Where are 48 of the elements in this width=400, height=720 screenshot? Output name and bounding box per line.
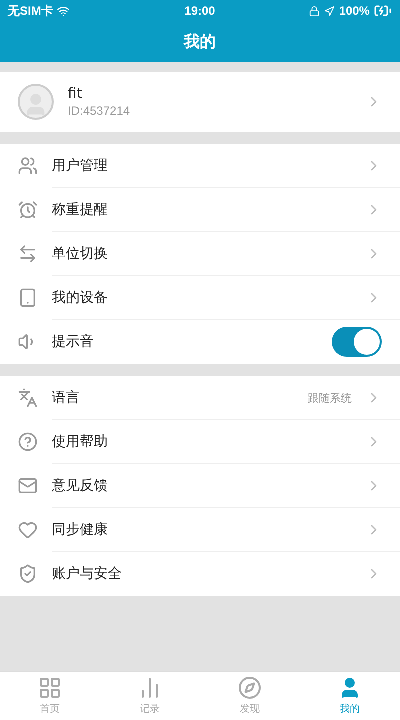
settings-row[interactable]: 称重提醒: [0, 188, 400, 232]
battery-text: 100%: [339, 4, 370, 18]
tab-label: 我的: [340, 702, 360, 716]
user-id: ID:4537214: [68, 104, 132, 118]
help-icon: [18, 432, 38, 452]
settings-row[interactable]: 用户管理: [0, 144, 400, 188]
page-title: 我的: [184, 32, 216, 52]
language-icon: [18, 388, 38, 408]
compass-icon: [238, 676, 262, 700]
row-value: 跟随系统: [308, 390, 352, 406]
row-label: 同步健康: [52, 521, 109, 539]
tab-label: 首页: [40, 703, 60, 716]
settings-row[interactable]: 提示音: [0, 320, 400, 364]
row-label: 称重提醒: [52, 201, 109, 219]
tab-label: 发现: [240, 703, 260, 716]
row-label: 账户与安全: [52, 565, 123, 583]
row-label: 用户管理: [52, 157, 109, 175]
settings-row[interactable]: 使用帮助: [0, 420, 400, 464]
settings-row[interactable]: 单位切换: [0, 232, 400, 276]
profile-row[interactable]: fit ID:4537214: [0, 72, 400, 132]
clock-text: 19:00: [184, 4, 216, 18]
swap-arrows-icon: [18, 244, 38, 264]
row-label: 语言: [52, 389, 81, 407]
lock-icon: [309, 6, 320, 16]
row-label: 使用帮助: [52, 433, 109, 451]
row-label: 意见反馈: [52, 477, 109, 495]
grid-icon: [38, 676, 62, 700]
heart-icon: [18, 520, 38, 540]
carrier-text: 无SIM卡: [8, 2, 54, 20]
settings-row[interactable]: 语言 跟随系统: [0, 376, 400, 420]
location-icon: [324, 6, 336, 16]
mail-icon: [18, 476, 38, 496]
alarm-clock-icon: [18, 200, 38, 220]
users-icon: [18, 156, 38, 176]
row-label: 提示音: [52, 333, 95, 351]
row-label: 单位切换: [52, 245, 109, 263]
avatar-icon: [18, 84, 54, 120]
shield-check-icon: [18, 564, 38, 584]
settings-row[interactable]: 我的设备: [0, 276, 400, 320]
settings-row[interactable]: 意见反馈: [0, 464, 400, 508]
row-label: 我的设备: [52, 289, 109, 307]
user-name: fit: [68, 86, 84, 102]
tablet-icon: [18, 288, 38, 308]
toggle-switch[interactable]: [332, 327, 382, 357]
settings-row[interactable]: 同步健康: [0, 508, 400, 552]
settings-row[interactable]: 账户与安全: [0, 552, 400, 596]
wifi-icon: [57, 4, 70, 18]
tab-label: 记录: [140, 703, 160, 716]
